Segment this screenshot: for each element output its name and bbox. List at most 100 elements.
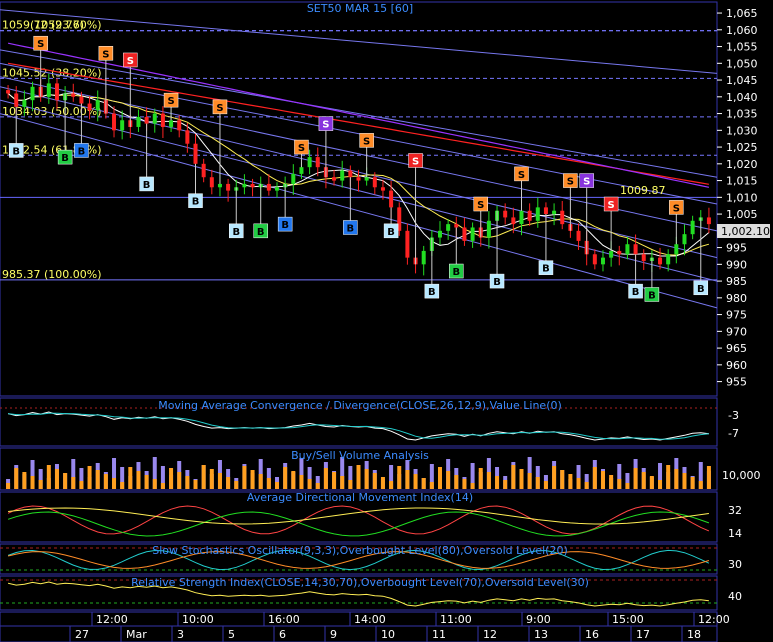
signal-label: B xyxy=(347,223,355,234)
candle-body xyxy=(160,113,165,127)
date-label: 17 xyxy=(636,628,650,641)
volume-bar-sell xyxy=(128,467,133,489)
volume-bar-sell xyxy=(30,476,35,489)
signal-label: S xyxy=(518,170,525,181)
y-tick-label: 985 xyxy=(726,275,747,288)
candle-body xyxy=(14,93,19,107)
candle-body xyxy=(291,173,296,184)
signal-label: B xyxy=(697,284,705,295)
candle-body xyxy=(592,254,597,265)
candle-body xyxy=(658,257,663,265)
volume-bar-sell xyxy=(103,474,108,489)
candle-body xyxy=(201,163,206,178)
volume-bar-sell xyxy=(690,477,695,489)
candle-body xyxy=(617,250,622,255)
candle-body xyxy=(169,120,174,127)
volume-tick: 10,000 xyxy=(722,469,761,482)
y-tick-label: 1,040 xyxy=(726,91,758,104)
candle-body xyxy=(527,210,532,221)
volume-bar-sell xyxy=(6,483,11,489)
signal-label: B xyxy=(78,146,86,157)
candle-body xyxy=(79,96,84,104)
volume-bar-sell xyxy=(63,473,68,489)
macd-title: Moving Average Convergence / Divergence(… xyxy=(158,399,562,412)
date-label: 10 xyxy=(381,628,395,641)
volume-bar-sell xyxy=(299,475,304,489)
volume-bar-sell xyxy=(698,481,703,489)
signal-label: S xyxy=(127,56,134,67)
volume-bar-sell xyxy=(584,482,589,489)
volume-bar-sell xyxy=(348,480,353,489)
volume-bar-sell xyxy=(633,468,638,489)
candle-body xyxy=(217,183,222,188)
volume-bar-sell xyxy=(503,480,508,489)
candle-body xyxy=(706,217,711,225)
volume-bar-sell xyxy=(79,481,84,489)
candle-body xyxy=(641,254,646,261)
volume-bar-sell xyxy=(543,481,548,489)
signal-label: B xyxy=(632,287,640,298)
chart-svg[interactable]: 1,065 1,060 1,055 1,050 1,045 1,040 1,035 1,030… xyxy=(0,0,773,642)
candle-body xyxy=(674,244,679,255)
candle-body xyxy=(560,210,565,225)
candle-body xyxy=(437,230,442,238)
volume-bar-sell xyxy=(46,465,51,489)
volume-bar-sell xyxy=(372,473,377,489)
volume-bar-sell xyxy=(666,465,671,489)
adx-title: Average Directional Movement Index(14) xyxy=(247,491,473,504)
time-label: 10:00 xyxy=(182,613,214,626)
candle-body xyxy=(380,187,385,191)
volume-bar-sell xyxy=(519,469,524,489)
volume-bar-sell xyxy=(478,468,483,489)
rsi-title: Relative Strength Index(CLOSE,14,30,70),… xyxy=(131,576,589,589)
fib-label: 1059.72 (23.60%) xyxy=(2,19,102,32)
candle-body xyxy=(364,177,369,181)
y-tick-label: 1,035 xyxy=(726,108,758,121)
volume-bar-sell xyxy=(397,466,402,489)
signal-label: B xyxy=(542,264,550,275)
candle-body xyxy=(112,113,117,131)
adx-tick-2: 14 xyxy=(728,527,742,540)
y-tick-label: 975 xyxy=(726,309,747,322)
candle-body xyxy=(535,207,540,221)
candle-body xyxy=(152,113,157,124)
candle-body xyxy=(266,183,271,191)
macd-tick-2: -7 xyxy=(728,427,739,440)
volume-bar-sell xyxy=(54,469,59,489)
y-tick-label: 960 xyxy=(726,359,747,372)
candle-body xyxy=(372,177,377,188)
candle-body xyxy=(511,217,516,225)
signal-label: S xyxy=(363,136,370,147)
time-label: 16:00 xyxy=(268,613,300,626)
volume-bar-sell xyxy=(380,477,385,489)
volume-bar-sell xyxy=(617,479,622,489)
chart-window: 1,065 1,060 1,055 1,050 1,045 1,040 1,035 1,030… xyxy=(0,0,773,642)
volume-bar-sell xyxy=(136,471,141,489)
volume-bar-sell xyxy=(242,466,247,489)
y-tick-label: 1,030 xyxy=(726,124,758,137)
stoch-title: Slow Stochastics Oscillator(9,3,3),Overb… xyxy=(152,544,568,557)
candle-body xyxy=(242,183,247,188)
volume-bar-sell xyxy=(160,483,165,489)
volume-bar-sell xyxy=(405,470,410,489)
volume-bar-sell xyxy=(495,476,500,489)
candle-body xyxy=(22,100,27,107)
volume-bar-sell xyxy=(152,479,157,489)
signal-label: S xyxy=(673,203,680,214)
volume-bar-sell xyxy=(552,466,557,489)
volume-bar-sell xyxy=(234,481,239,489)
candle-body xyxy=(6,90,11,94)
volume-bar-sell xyxy=(658,480,663,489)
candle-body xyxy=(120,120,125,131)
candle-body xyxy=(332,177,337,181)
volume-title: Buy/Sell Volume Analysis xyxy=(291,449,429,462)
volume-bar-sell xyxy=(307,479,312,489)
candle-body xyxy=(600,257,605,265)
signal-label: S xyxy=(298,143,305,154)
volume-bar-sell xyxy=(609,475,614,489)
candle-body xyxy=(95,100,100,111)
y-tick-label: 965 xyxy=(726,342,747,355)
volume-bar-sell xyxy=(454,475,459,489)
candle-body xyxy=(46,83,51,97)
volume-bar-sell xyxy=(112,478,117,489)
